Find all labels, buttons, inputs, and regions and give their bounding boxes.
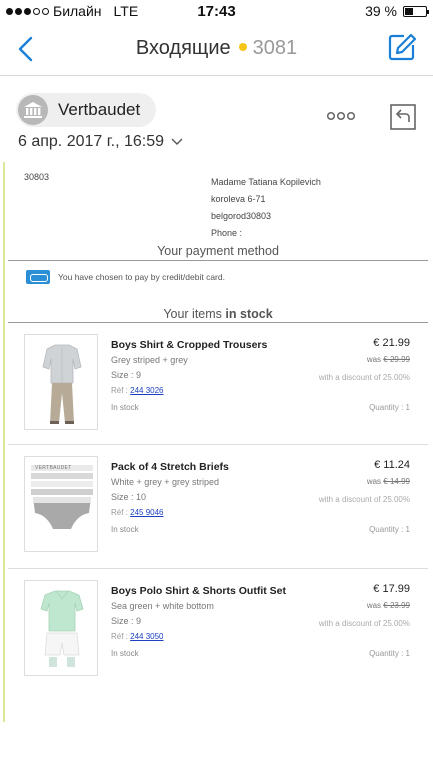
item-color: Sea green + white bottom bbox=[111, 601, 214, 611]
sender-chip[interactable]: Vertbaudet bbox=[16, 93, 157, 127]
message-date[interactable]: 6 апр. 2017 г., 16:59 bbox=[18, 133, 183, 151]
item-ref-link[interactable]: 245 9046 bbox=[130, 508, 163, 517]
product-image bbox=[24, 580, 98, 676]
reply-icon[interactable] bbox=[389, 103, 417, 131]
old-price: € 14.99 bbox=[383, 477, 410, 486]
credit-card-icon bbox=[26, 270, 50, 284]
message-date-text: 6 апр. 2017 г., 16:59 bbox=[18, 133, 164, 150]
item-price: € 21.99 bbox=[373, 337, 410, 349]
order-item: Boys Shirt & Cropped Trousers Grey strip… bbox=[8, 334, 428, 442]
item-ref: Réf : 244 3026 bbox=[111, 386, 164, 395]
old-price: € 29.99 bbox=[383, 355, 410, 364]
ref-label: Réf : bbox=[111, 508, 128, 517]
item-ref-link[interactable]: 244 3026 bbox=[130, 386, 163, 395]
item-stock: In stock bbox=[111, 403, 139, 412]
compose-icon[interactable] bbox=[387, 32, 417, 62]
payment-row: You have chosen to pay by credit/debit c… bbox=[26, 270, 225, 284]
item-ref: Réf : 244 3050 bbox=[111, 632, 164, 641]
item-discount: with a discount of 25.00% bbox=[318, 619, 410, 628]
payment-text: You have chosen to pay by credit/debit c… bbox=[58, 272, 225, 282]
product-brand-mark: VERTBAUDET bbox=[35, 465, 72, 471]
items-heading-text: Your items bbox=[163, 307, 222, 321]
item-size: Size : 9 bbox=[111, 370, 142, 380]
divider bbox=[8, 444, 428, 445]
item-ref: Réf : 245 9046 bbox=[111, 508, 164, 517]
sender-name: Vertbaudet bbox=[58, 100, 141, 119]
address-line: koroleva 6-71 bbox=[211, 194, 266, 204]
divider bbox=[8, 260, 428, 261]
item-quantity: Quantity : 1 bbox=[369, 403, 410, 412]
order-item: VERTBAUDET Pack of 4 Stretch Briefs Whit… bbox=[8, 456, 428, 564]
status-right: 39 % bbox=[365, 3, 429, 19]
item-ref-link[interactable]: 244 3050 bbox=[130, 632, 163, 641]
item-name: Boys Polo Shirt & Shorts Outfit Set bbox=[111, 585, 287, 597]
item-color: Grey striped + grey bbox=[111, 355, 188, 365]
email-body: 30803 Madame Tatiana Kopilevich koroleva… bbox=[0, 162, 433, 770]
item-quantity: Quantity : 1 bbox=[369, 525, 410, 534]
battery-percent: 39 % bbox=[365, 3, 397, 19]
item-size: Size : 9 bbox=[111, 616, 142, 626]
status-bar: Билайн LTE 17:43 39 % bbox=[0, 0, 433, 22]
was-label: was bbox=[366, 477, 382, 486]
item-name: Boys Shirt & Cropped Trousers bbox=[111, 339, 268, 351]
chevron-down-icon bbox=[171, 138, 183, 145]
item-price: € 11.24 bbox=[374, 459, 410, 471]
item-discount: with a discount of 25.00% bbox=[318, 495, 410, 504]
divider bbox=[8, 568, 428, 569]
battery-icon bbox=[403, 5, 429, 17]
delivery-address: Madame Tatiana Kopilevich koroleva 6-71 … bbox=[211, 174, 321, 242]
item-was-price: was € 29.99 bbox=[367, 355, 410, 364]
items-heading-bold: in stock bbox=[225, 307, 273, 321]
unread-count: 3081 bbox=[252, 37, 298, 59]
old-price: € 23.99 bbox=[383, 601, 410, 610]
payment-heading: Your payment method bbox=[157, 244, 279, 258]
ref-label: Réf : bbox=[111, 386, 128, 395]
navigation-bar: Входящие 3081 bbox=[0, 22, 433, 76]
items-heading: Your items in stock bbox=[8, 307, 428, 321]
item-stock: In stock bbox=[111, 525, 139, 534]
was-label: was bbox=[366, 601, 382, 610]
item-stock: In stock bbox=[111, 649, 139, 658]
item-was-price: was € 14.99 bbox=[367, 477, 410, 486]
order-item: Boys Polo Shirt & Shorts Outfit Set Sea … bbox=[8, 580, 428, 688]
address-line: Madame Tatiana Kopilevich bbox=[211, 177, 321, 187]
item-color: White + grey + grey striped bbox=[111, 477, 220, 487]
mailbox-name: Входящие bbox=[135, 37, 231, 59]
mailbox-title: Входящие 3081 bbox=[0, 37, 433, 60]
item-was-price: was € 23.99 bbox=[367, 601, 410, 610]
unread-dot-icon bbox=[238, 43, 247, 52]
more-options-icon[interactable] bbox=[326, 108, 356, 124]
was-label: was bbox=[366, 355, 382, 364]
item-discount: with a discount of 25.00% bbox=[318, 373, 410, 382]
address-line: belgorod30803 bbox=[211, 211, 272, 221]
item-price: € 17.99 bbox=[373, 583, 410, 595]
address-postcode: 30803 bbox=[24, 172, 50, 182]
sender-avatar-icon bbox=[18, 95, 48, 125]
address-line: Phone : bbox=[211, 228, 243, 238]
product-image bbox=[24, 334, 98, 430]
ref-label: Réf : bbox=[111, 632, 128, 641]
divider bbox=[8, 322, 428, 323]
item-size: Size : 10 bbox=[111, 492, 147, 502]
item-quantity: Quantity : 1 bbox=[369, 649, 410, 658]
item-name: Pack of 4 Stretch Briefs bbox=[111, 461, 229, 473]
quote-rule bbox=[3, 162, 5, 722]
product-image: VERTBAUDET bbox=[24, 456, 98, 552]
